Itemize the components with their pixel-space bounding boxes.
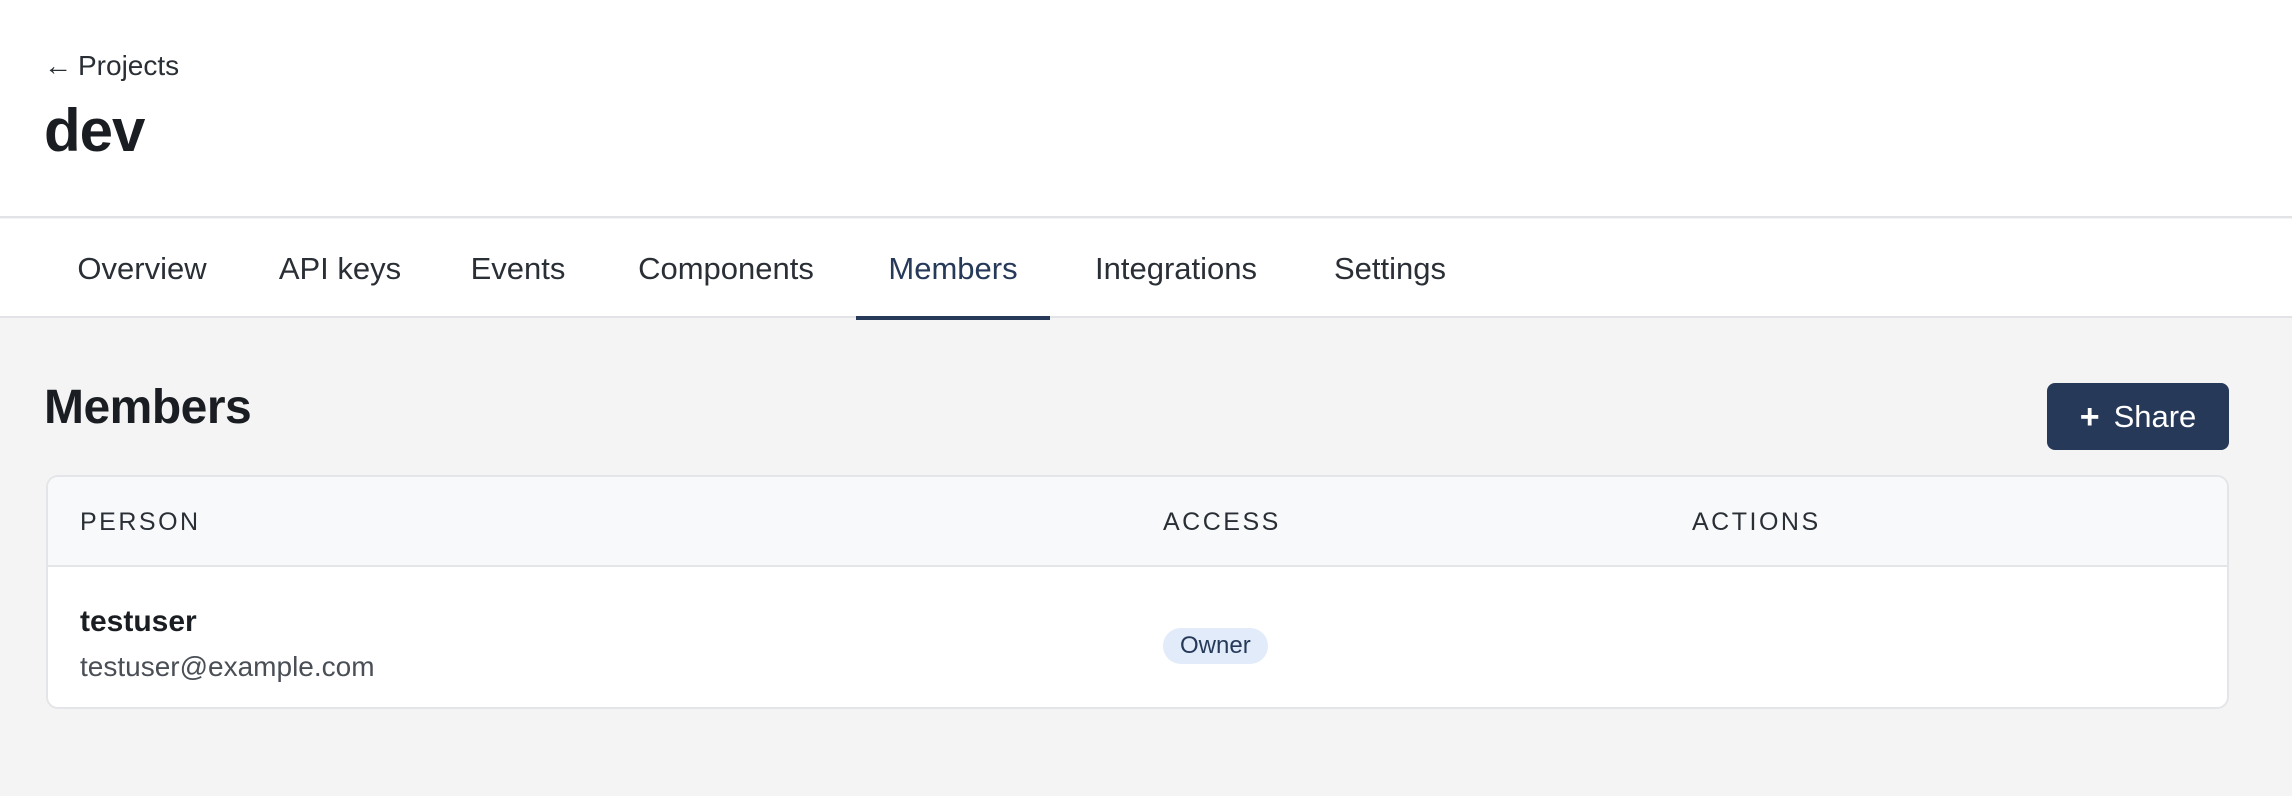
column-header-person: PERSON [80,507,201,536]
arrow-left-icon: ← [44,50,72,81]
tab-api-keys[interactable]: API keys [266,219,414,318]
access-badge: Owner [1163,628,1268,664]
share-button[interactable]: + Share [2047,383,2229,450]
back-to-projects-link[interactable]: ← Projects [44,50,179,82]
members-table: PERSON ACCESS ACTIONS testuser testuser@… [46,475,2229,709]
tab-settings[interactable]: Settings [1302,219,1478,318]
member-name: testuser [80,605,197,638]
page-title: dev [44,97,145,164]
plus-icon: + [2079,397,2100,436]
member-email: testuser@example.com [80,651,375,682]
tab-members[interactable]: Members [856,219,1050,320]
tab-components[interactable]: Components [622,219,830,318]
tab-overview[interactable]: Overview [44,219,240,318]
page-header: ← Projects dev [0,0,2292,218]
column-header-actions: ACTIONS [1692,507,1821,536]
back-link-label: Projects [78,50,180,81]
tab-events[interactable]: Events [440,219,596,318]
column-header-access: ACCESS [1163,507,1281,536]
tab-integrations[interactable]: Integrations [1076,219,1276,318]
table-row: testuser testuser@example.com Owner [48,569,2227,707]
members-section-title: Members [44,381,252,434]
table-header: PERSON ACCESS ACTIONS [48,477,2227,567]
share-button-label: Share [2113,398,2197,434]
project-tabs: Overview API keys Events Components Memb… [0,219,2292,320]
